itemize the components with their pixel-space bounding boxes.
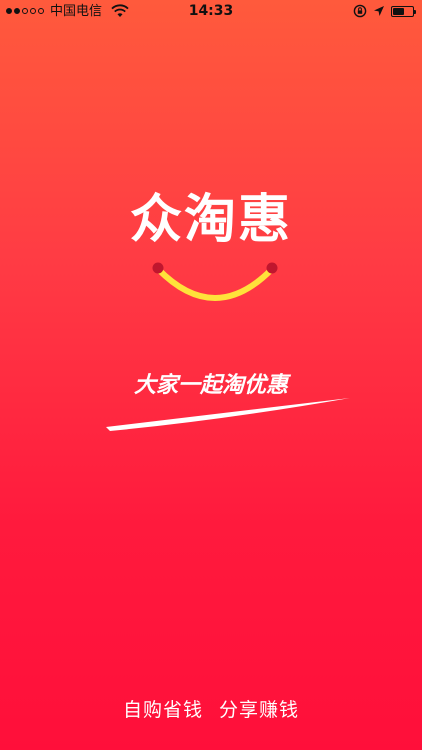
status-bar: 中国电信 14:33 [0, 0, 422, 24]
smile-logo-icon [152, 262, 278, 301]
footer-tagline: 自购省钱 分享赚钱 [0, 695, 422, 722]
tagline-right: 分享赚钱 [219, 699, 300, 721]
battery-fill [393, 7, 405, 15]
rotation-lock-icon [353, 4, 367, 18]
swoosh-decoration [106, 398, 350, 431]
tagline-left: 自购省钱 [122, 699, 203, 721]
battery-icon [391, 5, 416, 17]
status-right-icons [353, 4, 416, 18]
app-logo-text: 众淘惠 [129, 190, 292, 250]
location-arrow-icon [374, 6, 384, 16]
splash-screen: 中国电信 14:33 众淘惠 大家一起淘优惠 自购省钱 分享赚钱 [0, 0, 422, 750]
